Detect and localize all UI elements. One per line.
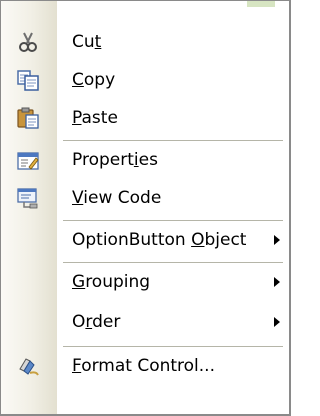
submenu-arrow-icon (274, 317, 280, 327)
menu-item-order[interactable]: Order (2, 303, 288, 341)
properties-icon (16, 149, 40, 171)
menu-item-label: Format Control... (72, 356, 215, 376)
context-menu: Cut Copy Paste Properties View Code Opti… (0, 0, 291, 416)
copy-icon (16, 69, 40, 91)
format-control-icon (16, 355, 40, 377)
menu-item-label: Copy (72, 70, 116, 90)
paste-icon (16, 107, 40, 129)
menu-item-copy[interactable]: Copy (2, 61, 288, 99)
menu-top-tick (247, 1, 275, 7)
menu-item-label: Paste (72, 108, 118, 128)
menu-item-view-code[interactable]: View Code (2, 179, 288, 217)
menu-item-properties[interactable]: Properties (2, 141, 288, 179)
submenu-arrow-icon (274, 277, 280, 287)
menu-item-format-control[interactable]: Format Control... (2, 347, 288, 385)
menu-item-optionbutton-object[interactable]: OptionButton Object (2, 221, 288, 259)
menu-item-label: Cut (72, 32, 102, 52)
submenu-arrow-icon (274, 235, 280, 245)
menu-item-label: Properties (72, 150, 158, 170)
menu-item-label: Grouping (72, 272, 151, 292)
menu-item-paste[interactable]: Paste (2, 99, 288, 137)
menu-item-cut[interactable]: Cut (2, 23, 288, 61)
scissors-icon (16, 31, 40, 53)
view-code-icon (16, 187, 40, 209)
menu-item-grouping[interactable]: Grouping (2, 263, 288, 301)
menu-item-label: View Code (72, 188, 162, 208)
menu-item-label: OptionButton Object (72, 230, 247, 250)
menu-top-strip (57, 1, 289, 7)
menu-item-label: Order (72, 312, 121, 332)
